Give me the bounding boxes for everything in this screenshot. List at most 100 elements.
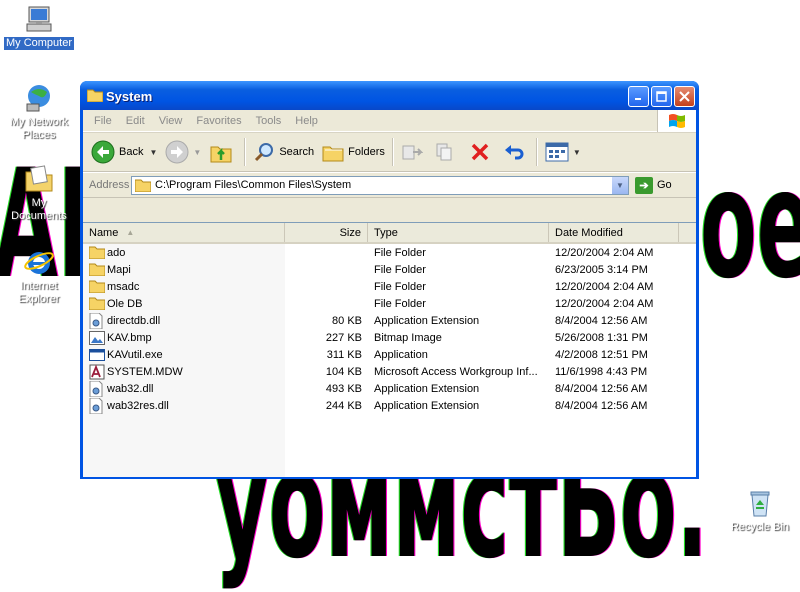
- search-button[interactable]: Search: [249, 137, 318, 167]
- go-arrow-icon: ➔: [635, 176, 653, 194]
- back-label: Back: [119, 146, 144, 158]
- folders-label: Folders: [348, 146, 385, 158]
- menu-file[interactable]: File: [87, 115, 119, 127]
- column-header-label: Size: [339, 226, 361, 239]
- folders-button[interactable]: Folders: [318, 137, 389, 167]
- window-title: System: [106, 89, 153, 104]
- file-name: Mapi: [107, 263, 131, 276]
- go-button[interactable]: ➔ Go: [635, 176, 672, 194]
- standard-toolbar: Back ▼ ▼ Search Folders ▼: [83, 132, 696, 172]
- exe-file-icon: [89, 347, 105, 363]
- file-date-modified: 12/20/2004 2:04 AM: [555, 297, 654, 310]
- file-row[interactable]: KAVutil.exe 311 KB Application 4/2/2008 12:…: [83, 346, 696, 363]
- bitmap-file-icon: [89, 330, 105, 346]
- file-rows: ado File Folder 12/20/2004 2:04 AM Mapi File…: [83, 244, 696, 414]
- file-date-modified: 6/23/2005 3:14 PM: [555, 263, 648, 276]
- views-button[interactable]: ▼: [541, 137, 585, 167]
- move-to-button[interactable]: [397, 137, 431, 167]
- close-button[interactable]: [674, 86, 695, 107]
- wallpaper-text-right: oe: [700, 138, 800, 312]
- file-row[interactable]: ado File Folder 12/20/2004 2:04 AM: [83, 244, 696, 261]
- access-file-icon: [89, 364, 105, 380]
- back-dropdown-arrow-icon[interactable]: ▼: [149, 148, 157, 157]
- back-button[interactable]: Back ▼: [87, 137, 161, 167]
- back-arrow-icon: [91, 140, 115, 164]
- chevron-down-icon: ▼: [616, 180, 624, 190]
- column-header-label: Type: [374, 226, 398, 239]
- file-name-cell[interactable]: SYSTEM.MDW: [83, 364, 285, 380]
- file-date-modified: 8/4/2004 12:56 AM: [555, 382, 648, 395]
- up-folder-icon: [210, 146, 232, 163]
- views-dropdown-arrow-icon: ▼: [572, 147, 581, 157]
- dll-file-icon: [89, 397, 105, 414]
- internet-explorer-icon: [24, 252, 54, 274]
- forward-button[interactable]: ▼: [161, 137, 205, 167]
- go-label: Go: [657, 179, 672, 191]
- address-label: Address: [89, 179, 130, 191]
- file-name-cell[interactable]: Mapi: [83, 262, 285, 278]
- file-name-cell[interactable]: ado: [83, 245, 285, 261]
- desktop-icon-label: My Documents: [11, 197, 67, 222]
- maximize-button[interactable]: [651, 86, 672, 107]
- file-type: Application Extension: [374, 399, 480, 412]
- menu-view[interactable]: View: [152, 115, 190, 127]
- file-type: Microsoft Access Workgroup Inf...: [374, 365, 538, 378]
- minimize-button[interactable]: [628, 86, 649, 107]
- desktop-icon-my-network-places[interactable]: My Network Places: [1, 82, 77, 142]
- column-header-type[interactable]: Type: [368, 223, 549, 242]
- undo-button[interactable]: [499, 137, 533, 167]
- title-bar[interactable]: System: [80, 81, 699, 110]
- file-row[interactable]: directdb.dll 80 KB Application Extension 8/…: [83, 312, 696, 329]
- file-name-cell[interactable]: directdb.dll: [83, 312, 285, 329]
- column-headers: Name ▲ Size Type Date Modified: [83, 223, 696, 244]
- file-name: KAV.bmp: [107, 331, 152, 344]
- desktop-icon-recycle-bin[interactable]: Recycle Bin: [722, 487, 798, 534]
- forward-arrow-icon: [165, 140, 189, 164]
- file-row[interactable]: Mapi File Folder 6/23/2005 3:14 PM: [83, 261, 696, 278]
- menu-edit[interactable]: Edit: [119, 115, 152, 127]
- file-row[interactable]: SYSTEM.MDW 104 KB Microsoft Access Workgro…: [83, 363, 696, 380]
- file-name-cell[interactable]: msadc: [83, 279, 285, 295]
- menu-favorites[interactable]: Favorites: [189, 115, 248, 127]
- file-date-modified: 12/20/2004 2:04 AM: [555, 246, 654, 259]
- column-header-date-modified[interactable]: Date Modified: [549, 223, 679, 242]
- desktop-icon-internet-explorer[interactable]: Internet Explorer: [1, 246, 77, 306]
- windows-flag-icon: [669, 114, 685, 128]
- file-name-cell[interactable]: KAVutil.exe: [83, 347, 285, 363]
- file-date-modified: 11/6/1998 4:43 PM: [555, 365, 648, 378]
- up-folder-button[interactable]: [205, 137, 241, 167]
- desktop-icon-my-computer[interactable]: My Computer: [1, 3, 77, 50]
- file-name-cell[interactable]: KAV.bmp: [83, 330, 285, 346]
- file-row[interactable]: KAV.bmp 227 KB Bitmap Image 5/26/2008 1:31 …: [83, 329, 696, 346]
- address-dropdown-button[interactable]: ▼: [612, 176, 628, 194]
- file-row[interactable]: wab32res.dll 244 KB Application Extension 8…: [83, 397, 696, 414]
- file-size: 311 KB: [326, 348, 362, 361]
- address-value: C:\Program Files\Common Files\System: [155, 179, 352, 191]
- file-type: File Folder: [374, 297, 426, 310]
- column-header-name[interactable]: Name ▲: [83, 223, 285, 242]
- desktop-icon-label: Internet Explorer: [18, 280, 60, 305]
- menu-tools[interactable]: Tools: [249, 115, 289, 127]
- file-name: SYSTEM.MDW: [107, 365, 183, 378]
- address-input[interactable]: C:\Program Files\Common Files\System ▼: [131, 175, 629, 195]
- file-name-cell[interactable]: wab32.dll: [83, 380, 285, 397]
- menu-help[interactable]: Help: [288, 115, 325, 127]
- desktop-icon-my-documents[interactable]: My Documents: [1, 163, 77, 223]
- file-list[interactable]: Name ▲ Size Type Date Modified ado File Fo…: [83, 222, 696, 477]
- file-name-cell[interactable]: wab32res.dll: [83, 397, 285, 414]
- file-row[interactable]: Ole DB File Folder 12/20/2004 2:04 AM: [83, 295, 696, 312]
- folder-icon: [89, 296, 105, 312]
- file-row[interactable]: wab32.dll 493 KB Application Extension 8/4/…: [83, 380, 696, 397]
- column-header-size[interactable]: Size: [285, 223, 368, 242]
- file-date-modified: 5/26/2008 1:31 PM: [555, 331, 648, 344]
- folder-icon: [89, 245, 105, 261]
- network-places-icon: [26, 85, 50, 112]
- file-name-cell[interactable]: Ole DB: [83, 296, 285, 312]
- file-row[interactable]: msadc File Folder 12/20/2004 2:04 AM: [83, 278, 696, 295]
- copy-to-button[interactable]: [431, 137, 465, 167]
- file-name: msadc: [107, 280, 140, 293]
- desktop-icon-label: Recycle Bin: [730, 521, 790, 533]
- file-name: ado: [107, 246, 126, 259]
- menu-bar: File Edit View Favorites Tools Help: [83, 110, 696, 132]
- delete-button[interactable]: [465, 137, 499, 167]
